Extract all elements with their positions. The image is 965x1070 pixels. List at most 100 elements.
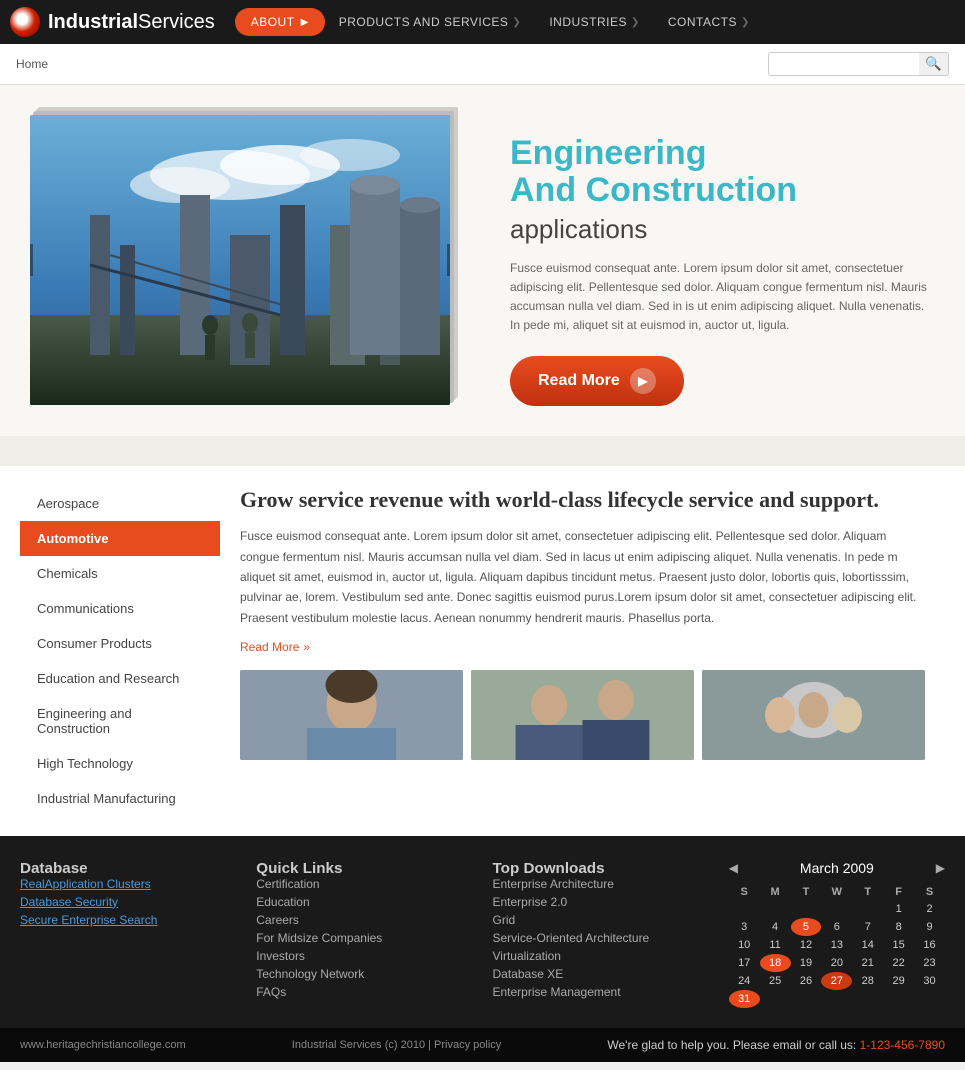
hero-svg [30, 115, 450, 405]
logo-normal: Services [138, 11, 215, 33]
cal-day[interactable]: 19 [791, 954, 822, 972]
cal-day-today[interactable]: 5 [791, 918, 822, 936]
cal-th-t1: T [791, 884, 822, 900]
footer-dl-em[interactable]: Enterprise Management [493, 985, 709, 999]
footer-ql-technet[interactable]: Technology Network [256, 967, 472, 981]
footer-link-security[interactable]: Database Security [20, 895, 236, 909]
hero-title-line2: And Construction [510, 172, 935, 209]
cal-day[interactable]: 26 [791, 972, 822, 990]
footer-ql-careers[interactable]: Careers [256, 913, 472, 927]
nav-about[interactable]: ABOUT [235, 8, 325, 36]
cal-day[interactable]: 23 [914, 954, 945, 972]
footer-url: www.heritagechristiancollege.com [20, 1039, 186, 1051]
cal-day[interactable]: 2 [914, 900, 945, 918]
cal-day[interactable]: 12 [791, 936, 822, 954]
footer-dl-e2[interactable]: Enterprise 2.0 [493, 895, 709, 909]
cal-day[interactable] [852, 900, 883, 918]
cal-day[interactable] [791, 900, 822, 918]
hero-content: Engineering And Construction application… [490, 115, 935, 406]
cal-day[interactable] [883, 990, 914, 1008]
cal-day[interactable] [914, 990, 945, 1008]
content-image-1 [240, 670, 463, 760]
footer-phone[interactable]: 1-123-456-7890 [860, 1038, 945, 1052]
cal-day[interactable]: 13 [821, 936, 852, 954]
cal-day[interactable] [760, 990, 791, 1008]
cal-day[interactable]: 6 [821, 918, 852, 936]
cal-day[interactable] [791, 990, 822, 1008]
cal-day-highlighted[interactable]: 31 [729, 990, 760, 1008]
footer-ql-education[interactable]: Education [256, 895, 472, 909]
cal-day[interactable]: 24 [729, 972, 760, 990]
cal-day[interactable]: 14 [852, 936, 883, 954]
footer-ql-investors[interactable]: Investors [256, 949, 472, 963]
cal-day[interactable]: 28 [852, 972, 883, 990]
sidebar-item-high-tech[interactable]: High Technology [20, 746, 220, 781]
content-read-more[interactable]: Read More » [240, 640, 925, 654]
cal-day[interactable] [852, 990, 883, 1008]
footer-ql-faqs[interactable]: FAQs [256, 985, 472, 999]
cal-th-m: M [760, 884, 791, 900]
footer-dl-grid[interactable]: Grid [493, 913, 709, 927]
cal-day[interactable]: 10 [729, 936, 760, 954]
cal-day[interactable]: 9 [914, 918, 945, 936]
cal-day[interactable]: 30 [914, 972, 945, 990]
cal-day-highlighted[interactable]: 18 [760, 954, 791, 972]
search-button[interactable]: 🔍 [919, 53, 948, 75]
cal-day[interactable]: 1 [883, 900, 914, 918]
search-box: 🔍 [768, 52, 949, 76]
btn-arrow-icon: ▶ [630, 368, 656, 394]
hero-prev-button[interactable]: ‹ [30, 244, 33, 276]
nav-products-arrow: ❯ [512, 17, 521, 28]
footer-dl-xe[interactable]: Database XE [493, 967, 709, 981]
cal-next-button[interactable]: ▶ [936, 861, 945, 875]
footer-ql-midsize[interactable]: For Midsize Companies [256, 931, 472, 945]
cal-day[interactable]: 20 [821, 954, 852, 972]
sidebar-item-chemicals[interactable]: Chemicals [20, 556, 220, 591]
sidebar-item-industrial[interactable]: Industrial Manufacturing [20, 781, 220, 816]
footer-dl-ea[interactable]: Enterprise Architecture [493, 877, 709, 891]
cal-day[interactable]: 3 [729, 918, 760, 936]
nav-industries[interactable]: INDUSTRIES ❯ [535, 0, 654, 44]
breadcrumb[interactable]: Home [16, 57, 48, 71]
footer-quick-links-section: Quick Links Certification Education Care… [256, 860, 472, 1008]
sidebar-item-communications[interactable]: Communications [20, 591, 220, 626]
cal-day[interactable] [760, 900, 791, 918]
footer-dl-virt[interactable]: Virtualization [493, 949, 709, 963]
hero-read-more-button[interactable]: Read More ▶ [510, 356, 684, 406]
hero-body-text: Fusce euismod consequat ante. Lorem ipsu… [510, 259, 935, 336]
sidebar-item-education[interactable]: Education and Research [20, 661, 220, 696]
cal-day[interactable]: 22 [883, 954, 914, 972]
cal-day[interactable]: 4 [760, 918, 791, 936]
footer-link-search[interactable]: Secure Enterprise Search [20, 913, 236, 927]
cal-day[interactable]: 17 [729, 954, 760, 972]
footer-downloads-title: Top Downloads [493, 860, 709, 877]
cal-prev-button[interactable]: ◀ [729, 861, 738, 875]
footer-ql-certification[interactable]: Certification [256, 877, 472, 891]
footer-link-rac[interactable]: RealApplication Clusters [20, 877, 236, 891]
cal-th-w: W [821, 884, 852, 900]
cal-day[interactable]: 25 [760, 972, 791, 990]
footer-dl-soa[interactable]: Service-Oriented Architecture [493, 931, 709, 945]
sidebar-item-engineering[interactable]: Engineering and Construction [20, 696, 220, 746]
cal-day-highlighted[interactable]: 27 [821, 972, 852, 990]
cal-day[interactable] [729, 900, 760, 918]
search-input[interactable] [769, 54, 919, 74]
logo-text: IndustrialServices [48, 11, 215, 34]
cal-day[interactable]: 8 [883, 918, 914, 936]
footer-database-section: Database RealApplication Clusters Databa… [20, 860, 236, 1008]
sidebar-item-consumer-products[interactable]: Consumer Products [20, 626, 220, 661]
cal-day[interactable]: 15 [883, 936, 914, 954]
nav-contacts[interactable]: CONTACTS ❯ [654, 0, 764, 44]
sidebar-item-aerospace[interactable]: Aerospace [20, 486, 220, 521]
cal-day[interactable]: 7 [852, 918, 883, 936]
cal-day[interactable]: 11 [760, 936, 791, 954]
breadcrumb-home[interactable]: Home [16, 57, 48, 71]
cal-day[interactable]: 29 [883, 972, 914, 990]
cal-day[interactable] [821, 990, 852, 1008]
nav-products[interactable]: PRODUCTS AND SERVICES ❯ [325, 0, 536, 44]
cal-day[interactable] [821, 900, 852, 918]
hero-next-button[interactable]: › [447, 244, 450, 276]
sidebar-item-automotive[interactable]: Automotive [20, 521, 220, 556]
cal-day[interactable]: 16 [914, 936, 945, 954]
cal-day[interactable]: 21 [852, 954, 883, 972]
